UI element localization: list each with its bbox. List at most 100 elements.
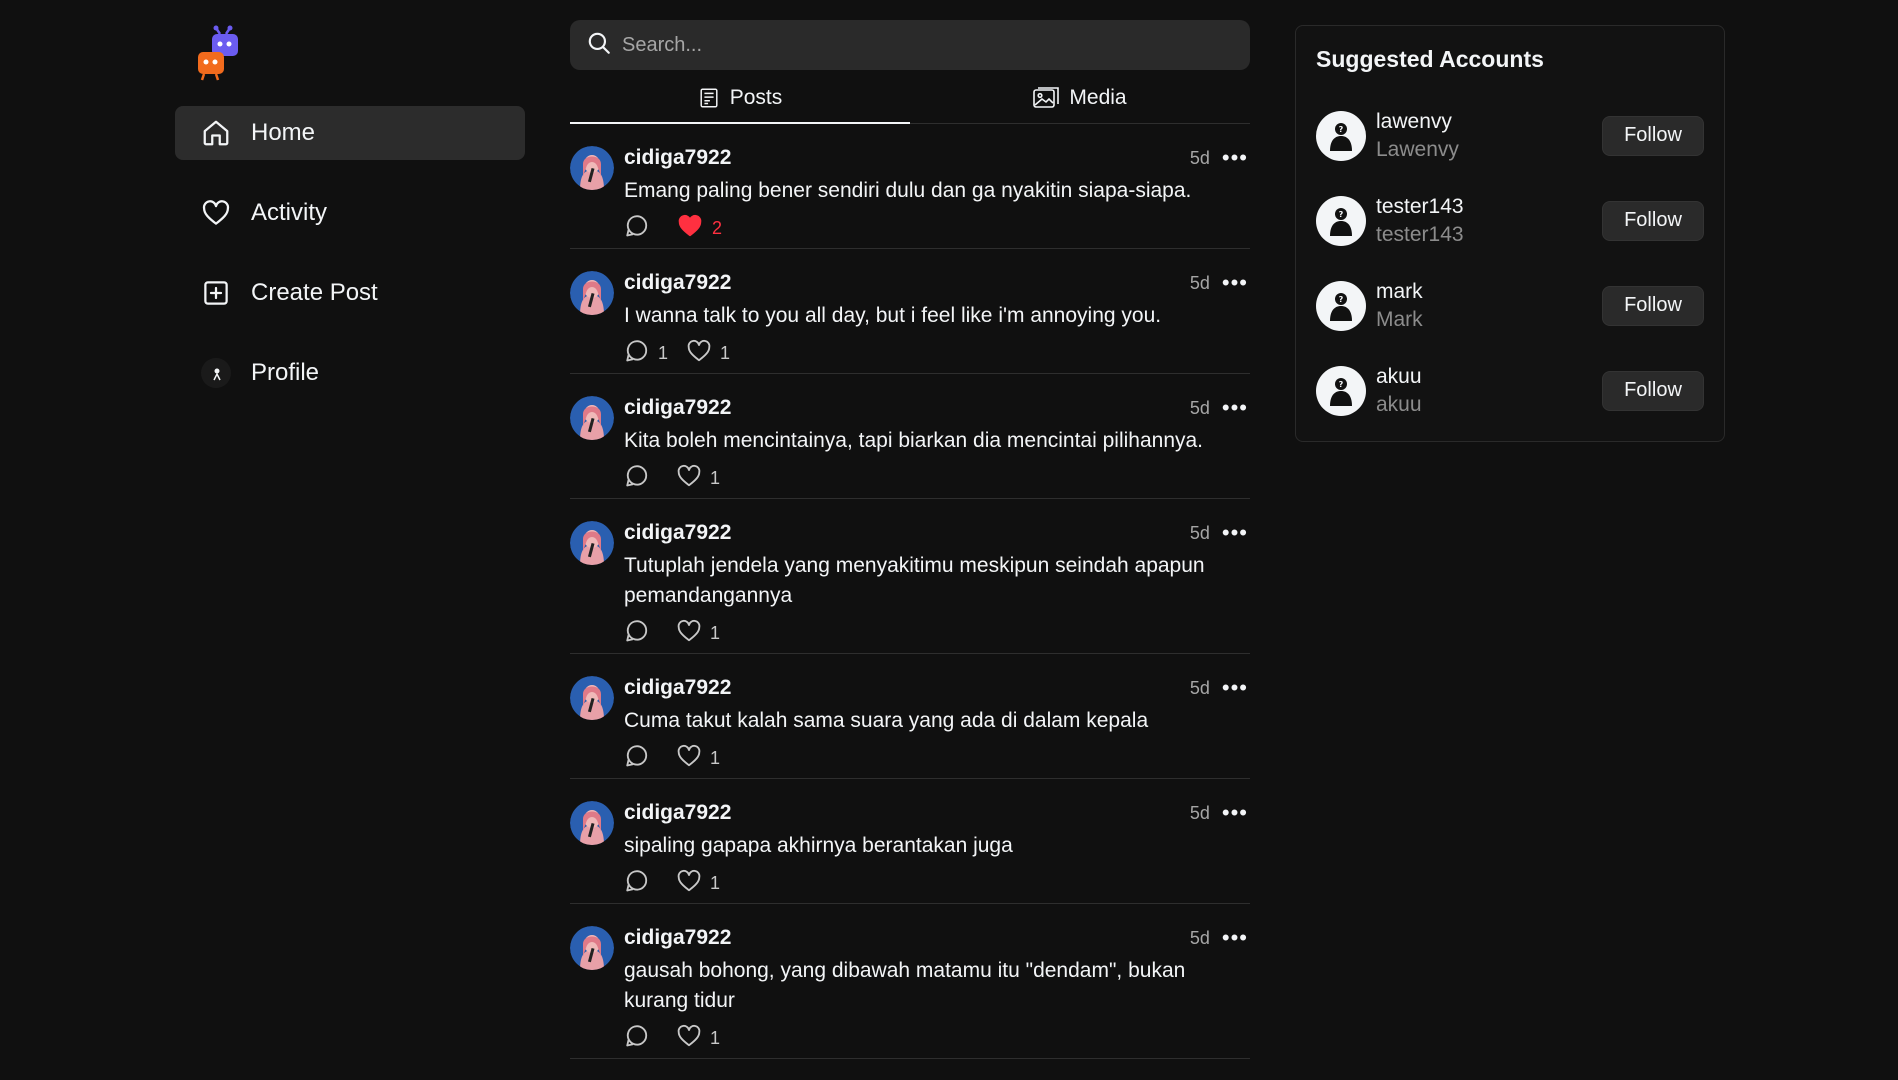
post-actions: 1 bbox=[624, 1018, 1250, 1058]
post-meta: 5d ••• bbox=[1190, 677, 1250, 699]
post-username[interactable]: cidiga7922 bbox=[624, 801, 731, 825]
post-item[interactable]: cidiga7922 5d ••• Emang paling bener sen… bbox=[570, 124, 1250, 249]
post-username[interactable]: cidiga7922 bbox=[624, 146, 731, 170]
reply-button[interactable] bbox=[624, 1023, 658, 1054]
reply-button[interactable] bbox=[624, 868, 658, 899]
post-meta: 5d ••• bbox=[1189, 522, 1250, 544]
search-input[interactable] bbox=[622, 33, 1182, 57]
sidebar-item-profile[interactable]: Profile bbox=[175, 346, 525, 400]
post-timestamp: 5d bbox=[1189, 272, 1210, 293]
follow-button[interactable]: Follow bbox=[1602, 115, 1704, 156]
post-avatar[interactable] bbox=[570, 146, 614, 190]
post-avatar[interactable] bbox=[570, 396, 614, 440]
account-display-name: akuu bbox=[1376, 392, 1422, 416]
like-button[interactable]: 1 bbox=[676, 1023, 720, 1054]
like-count: 1 bbox=[710, 622, 721, 643]
more-options-icon[interactable]: ••• bbox=[1222, 147, 1248, 169]
post-header: cidiga7922 5d ••• bbox=[624, 801, 1250, 825]
more-options-icon[interactable]: ••• bbox=[1222, 272, 1248, 294]
follow-button[interactable]: Follow bbox=[1602, 285, 1704, 326]
post-avatar[interactable] bbox=[570, 521, 614, 565]
post-username[interactable]: cidiga7922 bbox=[624, 521, 731, 545]
account-username[interactable]: lawenvy bbox=[1376, 110, 1602, 134]
account-display-name: Mark bbox=[1376, 307, 1423, 331]
suggested-account-item: ? mark Mark Follow bbox=[1316, 263, 1704, 348]
post-item[interactable]: cidiga7922 5d ••• gausah bohong, yang di… bbox=[570, 904, 1250, 1059]
like-button[interactable]: 1 bbox=[676, 618, 720, 649]
default-avatar-icon[interactable]: ? bbox=[1316, 365, 1366, 416]
post-item[interactable]: cidiga7922 5d ••• I wanna talk to you al… bbox=[570, 249, 1250, 374]
post-username[interactable]: cidiga7922 bbox=[624, 676, 731, 700]
post-item[interactable]: cidiga7922 5d ••• Kita boleh mencintainy… bbox=[570, 374, 1250, 499]
post-item[interactable]: cidiga7922 5d ••• sipaling gapapa akhirn… bbox=[570, 779, 1250, 904]
post-username[interactable]: cidiga7922 bbox=[624, 271, 731, 295]
media-icon bbox=[1033, 86, 1060, 109]
like-count: 1 bbox=[710, 747, 721, 768]
post-username[interactable]: cidiga7922 bbox=[624, 926, 731, 950]
reply-button[interactable] bbox=[624, 743, 658, 774]
default-avatar-icon[interactable]: ? bbox=[1316, 195, 1366, 246]
like-button[interactable]: 1 bbox=[676, 463, 720, 494]
more-options-icon[interactable]: ••• bbox=[1222, 802, 1248, 824]
app-logo[interactable] bbox=[196, 24, 246, 82]
reply-button[interactable] bbox=[624, 618, 658, 649]
account-display-name: tester143 bbox=[1376, 222, 1464, 246]
post-avatar[interactable] bbox=[570, 676, 614, 720]
follow-button[interactable]: Follow bbox=[1602, 200, 1704, 241]
reply-button[interactable] bbox=[624, 463, 658, 494]
post-timestamp: 5d bbox=[1189, 522, 1210, 543]
post-body: cidiga7922 5d ••• sipaling gapapa akhirn… bbox=[624, 801, 1250, 903]
sidebar-item-activity[interactable]: Activity bbox=[175, 186, 525, 240]
comment-icon bbox=[624, 868, 650, 899]
sidebar-item-label: Create Post bbox=[251, 279, 378, 306]
posts-icon bbox=[698, 87, 720, 109]
comment-icon bbox=[624, 1023, 650, 1054]
plus-square-icon bbox=[201, 278, 231, 308]
post-header: cidiga7922 5d ••• bbox=[624, 396, 1250, 420]
default-avatar-icon[interactable]: ? bbox=[1316, 110, 1366, 161]
more-options-icon[interactable]: ••• bbox=[1222, 397, 1248, 419]
default-avatar-icon[interactable]: ? bbox=[1316, 280, 1366, 331]
post-item[interactable]: cidiga7922 5d ••• Tutuplah jendela yang … bbox=[570, 499, 1250, 654]
tab-media[interactable]: Media bbox=[910, 72, 1250, 123]
reply-button[interactable]: 1 bbox=[624, 338, 668, 369]
post-meta: 5d ••• bbox=[1190, 802, 1250, 824]
account-username[interactable]: tester143 bbox=[1376, 195, 1602, 219]
post-meta: 5d ••• bbox=[1189, 272, 1250, 294]
post-text: Emang paling bener sendiri dulu dan ga n… bbox=[624, 179, 1192, 202]
sidebar-item-create-post[interactable]: Create Post bbox=[175, 266, 525, 320]
reply-button[interactable] bbox=[624, 213, 658, 244]
comment-icon bbox=[624, 213, 650, 244]
like-button[interactable]: 2 bbox=[676, 213, 722, 244]
account-username[interactable]: akuu bbox=[1376, 365, 1602, 389]
account-names: tester143 tester143 bbox=[1376, 195, 1602, 247]
post-avatar[interactable] bbox=[570, 926, 614, 970]
post-username[interactable]: cidiga7922 bbox=[624, 396, 731, 420]
comment-icon bbox=[624, 338, 650, 369]
post-actions: 2 bbox=[624, 208, 1250, 248]
post-item[interactable]: cidiga7922 5d ••• Cuma takut kalah sama … bbox=[570, 654, 1250, 779]
more-options-icon[interactable]: ••• bbox=[1222, 522, 1248, 544]
like-heart-icon bbox=[676, 868, 702, 899]
sidebar-item-home[interactable]: Home bbox=[175, 106, 525, 160]
like-button[interactable]: 1 bbox=[686, 338, 730, 369]
more-options-icon[interactable]: ••• bbox=[1222, 927, 1248, 949]
more-options-icon[interactable]: ••• bbox=[1222, 677, 1248, 699]
post-actions: 1 bbox=[624, 613, 1250, 653]
post-avatar[interactable] bbox=[570, 801, 614, 845]
like-heart-icon bbox=[676, 463, 702, 494]
post-text: Kita boleh mencintainya, tapi biarkan di… bbox=[624, 429, 1204, 452]
like-button[interactable]: 1 bbox=[676, 743, 720, 774]
follow-button[interactable]: Follow bbox=[1602, 370, 1704, 411]
tab-posts[interactable]: Posts bbox=[570, 72, 910, 124]
account-username[interactable]: mark bbox=[1376, 280, 1602, 304]
tab-label: Posts bbox=[729, 85, 783, 109]
like-button[interactable]: 1 bbox=[676, 868, 720, 899]
post-avatar[interactable] bbox=[570, 271, 614, 315]
post-meta: 5d ••• bbox=[1190, 397, 1250, 419]
main-feed: Posts Media bbox=[570, 20, 1250, 1059]
home-icon bbox=[201, 118, 231, 148]
comment-icon bbox=[624, 463, 650, 494]
app-root: Home Activity Create Post Profile Search… bbox=[0, 0, 1898, 1080]
post-text: gausah bohong, yang dibawah matamu itu "… bbox=[624, 959, 1186, 1012]
